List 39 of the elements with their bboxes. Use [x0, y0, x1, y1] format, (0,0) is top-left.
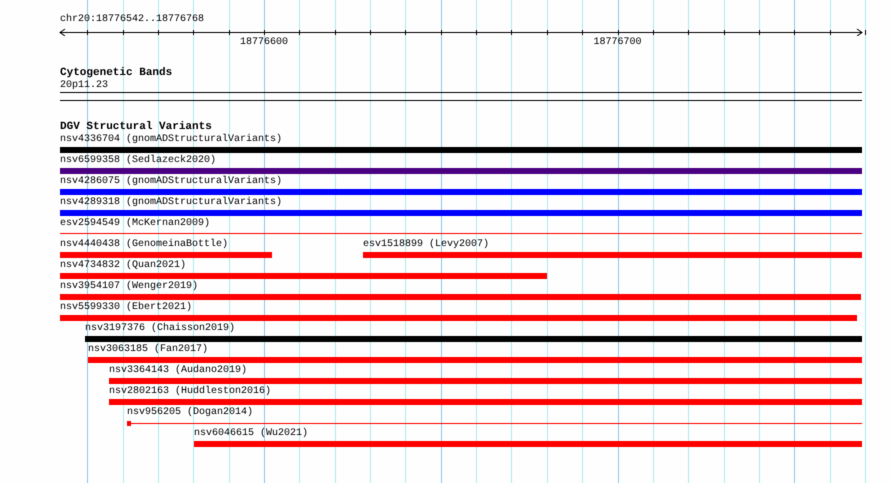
ruler-tick-label: 18776700 [594, 37, 642, 49]
feature-bar[interactable] [109, 378, 862, 384]
feature-label: esv1518899 (Levy2007) [363, 239, 490, 251]
feature-bar[interactable] [60, 189, 862, 195]
feature-label: nsv4289318 (gnomADStructuralVariants) [60, 197, 282, 209]
track-title: Cytogenetic Bands [60, 67, 172, 80]
feature-bar[interactable] [85, 336, 862, 342]
feature-label: nsv3364143 (Audano2019) [109, 365, 248, 377]
feature-bar[interactable] [60, 168, 862, 174]
feature-bar[interactable] [60, 147, 862, 153]
feature-bar[interactable] [109, 399, 862, 405]
feature-label: nsv4286075 (gnomADStructuralVariants) [60, 176, 282, 188]
feature-label: nsv956205 (Dogan2014) [127, 407, 254, 419]
feature-bar[interactable] [60, 315, 857, 321]
location-label: chr20:18776542..18776768 [60, 14, 204, 27]
feature-label: nsv6046615 (Wu2021) [194, 428, 308, 440]
track-title: DGV Structural Variants [60, 121, 212, 134]
feature-label: nsv4440438 (GenomeinaBottle) [60, 239, 228, 251]
feature-label: nsv4734832 (Quan2021) [60, 260, 186, 272]
feature-bar[interactable] [363, 252, 862, 258]
feature-label: nsv3197376 (Chaisson2019) [85, 323, 236, 335]
feature-bar[interactable] [60, 252, 272, 258]
feature-label: nsv6599358 (Sedlazeck2020) [60, 155, 216, 167]
feature-bar[interactable] [194, 441, 862, 447]
feature-bar[interactable] [60, 294, 861, 300]
feature-label: nsv3954107 (Wenger2019) [60, 281, 198, 293]
feature-marker[interactable] [127, 421, 131, 426]
feature-line[interactable] [60, 233, 862, 234]
feature-label: 20p11.23 [60, 80, 108, 92]
ruler-tick-label: 18776600 [240, 37, 288, 49]
feature-label: nsv2802163 (Huddleston2016) [109, 386, 272, 398]
feature-label: esv2594549 (McKernan2009) [60, 218, 210, 230]
feature-bar[interactable] [60, 210, 862, 216]
band-line[interactable] [60, 92, 862, 93]
feature-bar[interactable] [60, 273, 547, 279]
feature-label: nsv5599330 (Ebert2021) [60, 302, 192, 314]
feature-bar[interactable] [88, 357, 862, 363]
feature-label: nsv4336704 (gnomADStructuralVariants) [60, 134, 282, 146]
feature-label: nsv3063185 (Fan2017) [88, 344, 208, 356]
